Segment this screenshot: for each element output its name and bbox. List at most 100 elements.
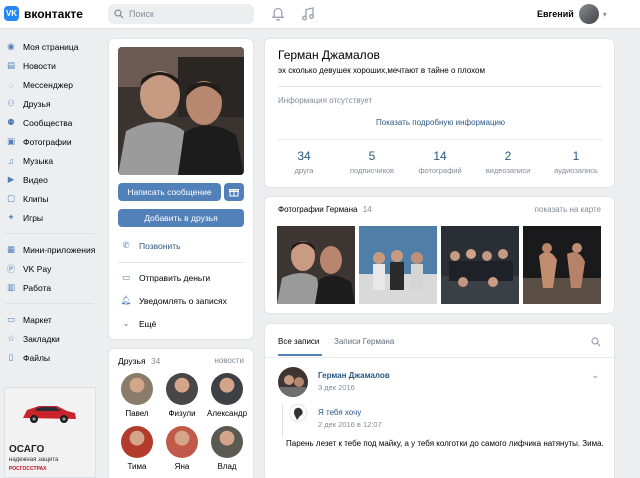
car-image [23, 406, 76, 423]
friend-item[interactable]: Яна [159, 426, 205, 471]
sidebar-item[interactable]: ▯ Файлы [0, 348, 100, 367]
sidebar-item[interactable]: ▶ Видео [0, 170, 100, 189]
chevron-down-icon: ⌄ [122, 318, 130, 328]
repost-avatar[interactable] [289, 404, 307, 422]
message-button[interactable]: Написать сообщение [118, 183, 221, 201]
sidebar-item[interactable]: ◌ Мессенджер [0, 75, 100, 94]
ad-banner[interactable]: ОСАГО надежная защита РОСГОССТРАХ [4, 387, 96, 478]
sidebar-item[interactable]: ⚉ Сообщества [0, 113, 100, 132]
search-icon[interactable] [591, 337, 601, 347]
sidebar-item-label: Фотографии [23, 136, 72, 147]
actions-divider [118, 262, 244, 263]
photo-thumb-image [523, 226, 601, 304]
repost-date[interactable]: 2 дек 2016 в 12:07 [318, 420, 382, 429]
friends-count: 34 [150, 356, 161, 366]
sidebar-item[interactable]: ▢ Клипы [0, 189, 100, 208]
friend-item[interactable]: Тима [114, 426, 160, 471]
sidebar-item[interactable]: ▤ Новости [0, 56, 100, 75]
music-note-icon[interactable] [300, 6, 316, 22]
sidebar-item[interactable]: ▭ Маркет [0, 310, 100, 329]
sidebar-item[interactable]: ✦ Игры [0, 208, 100, 227]
photos-header[interactable]: Фотографии Германа 14 [278, 205, 372, 214]
friend-item[interactable]: Физули [159, 373, 205, 418]
photos-count: 14 [362, 205, 372, 214]
tab-all-posts[interactable]: Все записи [278, 337, 319, 346]
add-friend-button[interactable]: Добавить в друзья [118, 209, 244, 227]
post-author-avatar[interactable] [278, 367, 308, 397]
profile-counter[interactable]: 34 друга [269, 149, 339, 175]
friend-avatar [121, 426, 153, 458]
profile-counter[interactable]: 2 видеозаписи [473, 149, 543, 175]
friend-name: Александр [206, 409, 248, 418]
friend-name: Тима [127, 462, 147, 471]
profile-counter[interactable]: 14 фотографий [405, 149, 475, 175]
news-icon: ▤ [6, 60, 16, 70]
sidebar-item-label: Сообщества [23, 117, 73, 128]
sidebar: ◉ Моя страница ▤ Новости ◌ Мессенджер ⚇ Друзья ⚉… [0, 37, 100, 367]
photo-thumb[interactable] [359, 226, 437, 304]
sidebar-item-label: Файлы [23, 352, 51, 363]
sidebar-item[interactable]: ☆ Закладки [0, 329, 100, 348]
photos-icon: ▣ [6, 136, 16, 146]
sidebar-item-label: Маркет [23, 314, 52, 325]
profile-photo[interactable] [118, 47, 244, 175]
friend-avatar [121, 373, 153, 405]
friend-item[interactable]: Влад [204, 426, 250, 471]
photo-thumb[interactable] [441, 226, 519, 304]
post-date[interactable]: 3 дек 2016 [318, 383, 355, 392]
mini-apps-icon: ▦ [6, 244, 16, 254]
post-menu-chevron-icon[interactable]: ⌄ [591, 370, 599, 381]
sidebar-item[interactable]: ▥ Работа [0, 278, 100, 297]
photo-thumb-image [441, 226, 519, 304]
post-author-avatar-image [278, 367, 308, 397]
profile-counter[interactable]: 1 аудиозапись [541, 149, 611, 175]
call-action[interactable]: ✆ Позвонить [120, 240, 180, 251]
sidebar-item[interactable]: ▣ Фотографии [0, 132, 100, 151]
photo-thumb[interactable] [277, 226, 355, 304]
send-money-action[interactable]: ▭ Отправить деньги [120, 272, 210, 283]
search-input[interactable] [129, 9, 239, 19]
show-on-map-link[interactable]: показать на карте [535, 205, 601, 214]
music-icon: ♫ [7, 155, 15, 166]
phone-icon: ✆ [122, 240, 130, 250]
sidebar-item-label: Клипы [23, 193, 49, 204]
sidebar-item[interactable]: ▦ Мини-приложения [0, 240, 100, 259]
friend-item[interactable]: Александр [204, 373, 250, 418]
bell-icon[interactable] [270, 6, 286, 22]
sidebar-item-label: Мессенджер [23, 79, 73, 90]
files-icon: ▯ [8, 352, 14, 362]
post-author-name[interactable]: Герман Джамалов [318, 371, 390, 380]
friend-item[interactable]: Павел [114, 373, 160, 418]
repost-author[interactable]: Я тебя хочу [318, 408, 361, 417]
friends-header[interactable]: Друзья 34 [118, 356, 160, 366]
notify-action[interactable]: 🔔︎ Уведомлять о записях [120, 295, 227, 306]
chevron-down-icon: ▾ [602, 9, 607, 19]
sidebar-item[interactable]: ♫ Музыка [0, 151, 100, 170]
info-missing: Информация отсутствует [278, 96, 373, 105]
gift-button[interactable] [224, 183, 244, 201]
search-box[interactable] [108, 4, 254, 24]
sidebar-divider [5, 303, 94, 304]
sidebar-item[interactable]: ⚇ Друзья [0, 94, 100, 113]
profile-status[interactable]: эх сколько девушек хороших,мечтают в тай… [278, 66, 485, 75]
profile-counter[interactable]: 5 подписчиков [337, 149, 407, 175]
tab-owner-posts[interactable]: Записи Германа [334, 337, 394, 346]
sidebar-item-label: VK Pay [23, 263, 52, 274]
sidebar-item[interactable]: Ⓟ VK Pay [0, 259, 100, 278]
friend-avatar [166, 373, 198, 405]
more-action[interactable]: ⌄ Ещё [120, 318, 156, 329]
ad-subtitle: надежная защита [9, 457, 59, 463]
home-icon: ◉ [7, 41, 15, 51]
sidebar-item[interactable]: ◉ Моя страница [0, 37, 100, 56]
vk-logo[interactable]: VK вконтакте [4, 6, 83, 21]
wallet-icon: ▭ [121, 272, 131, 282]
more-label: Ещё [139, 318, 157, 329]
photo-thumb[interactable] [523, 226, 601, 304]
user-menu[interactable]: Евгений ▾ [537, 4, 607, 24]
tab-active-indicator [278, 354, 322, 356]
friends-news-link[interactable]: новости [214, 356, 244, 365]
photo-thumb-image [277, 226, 355, 304]
show-more-link[interactable]: Показать подробную информацию [265, 118, 616, 127]
repost-line [282, 404, 283, 438]
sidebar-item-label: Работа [23, 282, 52, 293]
